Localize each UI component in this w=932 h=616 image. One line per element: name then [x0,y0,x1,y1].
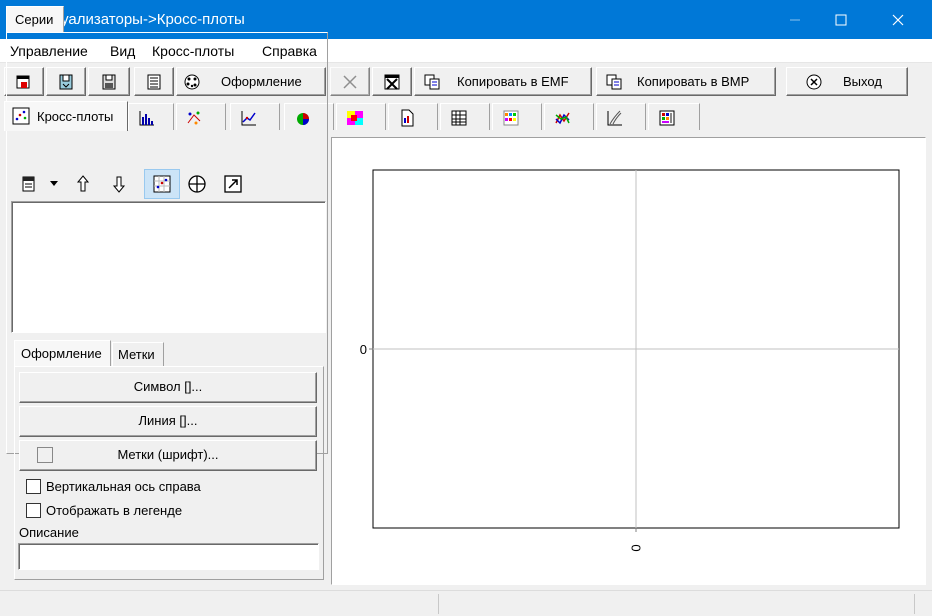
maximize-button[interactable] [818,0,864,39]
symbol-button[interactable]: Символ []... [19,372,317,403]
abacus-icon [659,110,675,126]
heatmap-icon [347,111,363,125]
color-matrix-icon [503,110,519,126]
series-list-icon [22,176,35,192]
minimize-icon [790,19,800,20]
series-listbox[interactable] [11,201,326,333]
crossplot-icon [12,107,30,125]
move-down-button[interactable] [106,171,132,197]
tab-heatmap[interactable] [336,103,386,130]
arrow-up-icon [76,175,90,192]
status-separator [914,594,915,614]
tab-curves[interactable] [596,103,646,130]
right-axis-checkbox[interactable] [26,479,41,494]
marks-font-label: Метки (шрифт)... [117,447,219,462]
tab-series-label: Серии [15,12,54,27]
tab-crossplots[interactable]: Кросс-плоты [4,101,128,131]
line-button[interactable]: Линия []... [19,406,317,437]
document-chart-icon [401,109,414,127]
copy-bmp-label: Копировать в BMP [637,74,750,89]
close-button[interactable] [864,0,932,39]
x-axis-tick-label: 0 [629,544,644,551]
tab-design-label: Оформление [21,346,102,361]
crossplot-chart: 0 0 [360,169,900,552]
delete-button[interactable] [330,67,370,96]
clear-button[interactable] [372,67,412,96]
cross-icon [343,75,357,89]
description-label: Описание [19,525,79,540]
expand-arrow-icon [224,175,242,193]
polar-mode-button[interactable] [184,171,210,197]
tab-matrix[interactable] [492,103,542,130]
table-grid-icon [451,110,467,126]
description-input[interactable] [18,543,319,570]
tab-marks[interactable]: Метки [112,342,164,366]
tab-crossplots-label: Кросс-плоты [37,109,114,124]
maximize-icon [835,14,847,25]
scatter-plot-icon [153,175,171,193]
tab-marks-label: Метки [118,347,155,362]
tab-abacus[interactable] [648,103,700,130]
copy-icon [606,74,622,90]
tab-table[interactable] [440,103,490,130]
exit-label: Выход [843,74,882,89]
show-in-legend-label: Отображать в легенде [46,503,183,518]
tab-multi-lines[interactable] [544,103,594,130]
status-bar [0,590,932,616]
chevron-down-icon [50,181,58,186]
move-up-button[interactable] [70,171,96,197]
marks-font-button[interactable]: Метки (шрифт)... [19,440,317,471]
series-dropdown-button[interactable] [44,171,64,197]
window-title: Визуализаторы->Кросс-плоты [36,11,245,28]
copy-emf-button[interactable]: Копировать в EMF [414,67,592,96]
scatter-mode-button[interactable] [144,169,180,199]
clear-box-icon [384,74,400,90]
close-icon [892,14,904,25]
marks-enable-checkbox[interactable] [37,447,53,463]
y-axis-tick-label: 0 [360,342,367,357]
right-axis-label: Вертикальная ось справа [46,479,201,494]
copy-emf-label: Копировать в EMF [457,74,569,89]
copy-bmp-button[interactable]: Копировать в BMP [596,67,776,96]
arrow-down-icon [112,176,126,193]
minimize-button[interactable] [772,0,818,39]
exit-circle-icon [806,74,822,90]
exit-button[interactable]: Выход [786,67,908,96]
show-in-legend-checkbox[interactable] [26,503,41,518]
status-separator [438,594,439,614]
tab-design[interactable]: Оформление [14,340,111,366]
expand-button[interactable] [220,171,246,197]
tab-series[interactable]: Серии [6,6,64,32]
series-list-button[interactable] [16,171,42,197]
copy-icon [424,74,440,90]
curves-icon [607,110,622,126]
tab-document[interactable] [388,103,438,130]
multi-line-icon [555,112,570,125]
crosshair-circle-icon [188,175,206,193]
